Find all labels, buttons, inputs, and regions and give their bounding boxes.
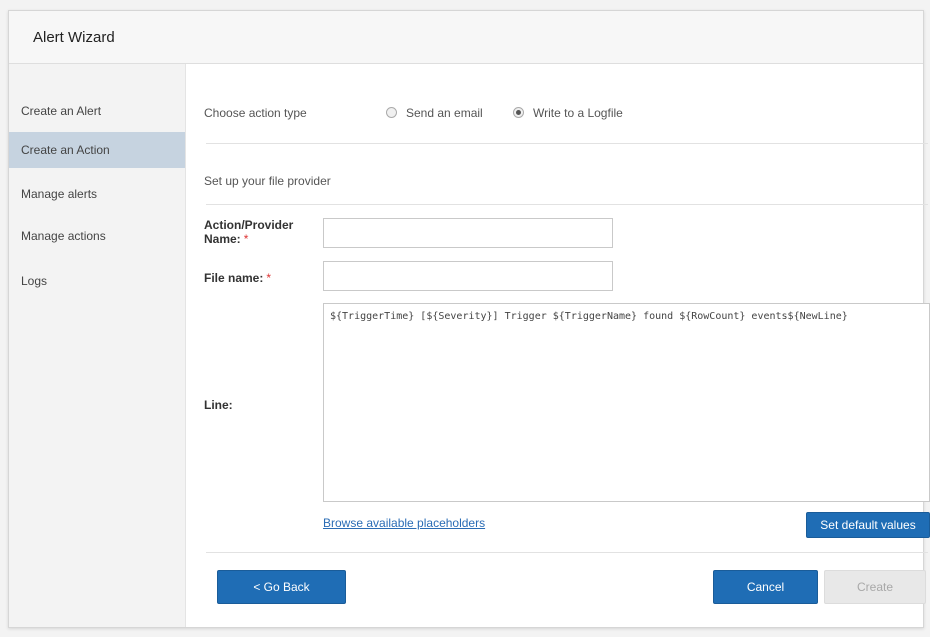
wizard-content: Choose action type Send an email Write t… bbox=[186, 64, 930, 627]
browse-placeholders-link[interactable]: Browse available placeholders bbox=[323, 516, 485, 530]
required-mark: * bbox=[243, 232, 249, 246]
dialog-title: Alert Wizard bbox=[33, 29, 115, 46]
sidebar-item-logs[interactable]: Logs bbox=[9, 263, 185, 299]
sidebar-item-create-alert[interactable]: Create an Alert bbox=[9, 93, 185, 129]
file-name-label-text: File name: bbox=[204, 271, 264, 285]
divider bbox=[206, 204, 928, 205]
go-back-button[interactable]: < Go Back bbox=[217, 570, 346, 604]
divider bbox=[206, 552, 928, 553]
section-heading: Set up your file provider bbox=[204, 174, 331, 188]
wizard-sidebar: Create an Alert Create an Action Manage … bbox=[9, 64, 186, 627]
cancel-button[interactable]: Cancel bbox=[713, 570, 818, 604]
provider-name-input[interactable] bbox=[323, 218, 613, 248]
file-name-input[interactable] bbox=[323, 261, 613, 291]
required-mark: * bbox=[266, 271, 272, 285]
sidebar-item-manage-alerts[interactable]: Manage alerts bbox=[9, 176, 185, 212]
radio-write-logfile-label[interactable]: Write to a Logfile bbox=[533, 106, 623, 120]
action-type-label: Choose action type bbox=[204, 106, 307, 120]
radio-write-logfile[interactable] bbox=[513, 107, 524, 118]
line-label: Line: bbox=[204, 398, 233, 412]
set-default-values-button[interactable]: Set default values bbox=[806, 512, 930, 538]
sidebar-item-create-action[interactable]: Create an Action bbox=[9, 132, 185, 168]
file-name-label: File name: * bbox=[204, 271, 271, 285]
provider-name-label-line2: Name: bbox=[204, 232, 241, 246]
provider-name-label: Action/Provider Name: * bbox=[204, 218, 293, 246]
radio-send-email-label[interactable]: Send an email bbox=[406, 106, 483, 120]
line-textarea[interactable]: ${TriggerTime} [${Severity}] Trigger ${T… bbox=[323, 303, 930, 502]
sidebar-item-manage-actions[interactable]: Manage actions bbox=[9, 218, 185, 254]
radio-send-email[interactable] bbox=[386, 107, 397, 118]
provider-name-label-line1: Action/Provider bbox=[204, 218, 294, 232]
alert-wizard-dialog: Alert Wizard Create an Alert Create an A… bbox=[8, 10, 930, 628]
divider bbox=[206, 143, 928, 144]
dialog-header: Alert Wizard bbox=[9, 11, 923, 64]
create-button[interactable]: Create bbox=[824, 570, 926, 604]
